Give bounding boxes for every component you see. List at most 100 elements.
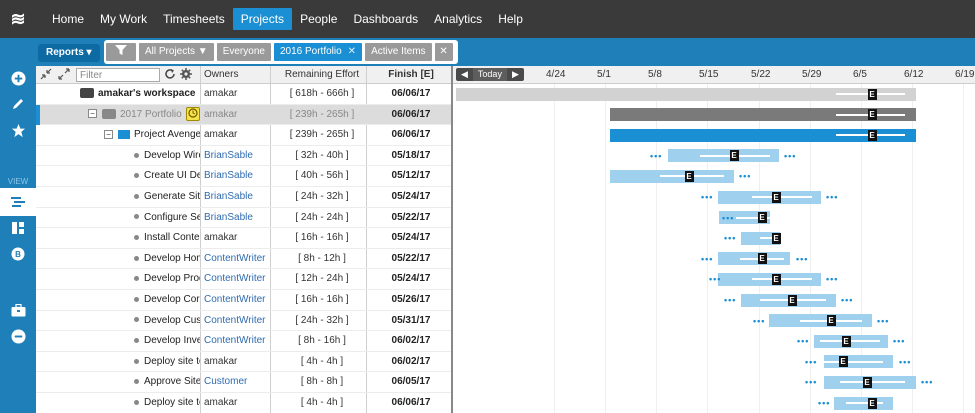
row-name-label[interactable]: Develop Prodc: [144, 273, 200, 284]
row-name-cell[interactable]: − 2017 Portfolio: [36, 105, 200, 125]
row-name-label[interactable]: 2017 Portfolio: [120, 109, 182, 120]
collapse-all-icon[interactable]: [40, 66, 52, 84]
table-row[interactable]: Generate Site BrianSable [ 24h - 32h ] 05/2…: [36, 187, 452, 208]
add-icon[interactable]: [0, 66, 36, 90]
row-name-cell[interactable]: − Project Avengers: [36, 125, 200, 145]
row-name-cell[interactable]: Develop Custo: [36, 311, 200, 331]
estimate-marker[interactable]: E: [757, 212, 767, 224]
row-name-label[interactable]: amakar's workspace: [98, 88, 195, 99]
table-row[interactable]: Configure Ser BrianSable [ 24h - 24h ] 05/2…: [36, 208, 452, 229]
funnel-icon[interactable]: [106, 43, 136, 61]
row-name-label[interactable]: Project Avengers: [134, 129, 200, 140]
row-name-cell[interactable]: Develop Prodc: [36, 269, 200, 289]
row-name-label[interactable]: Develop Custo: [144, 315, 200, 326]
estimate-marker[interactable]: E: [787, 294, 797, 306]
owner-cell[interactable]: BrianSable: [204, 146, 274, 166]
filter-everyone[interactable]: Everyone: [216, 43, 271, 61]
row-name-cell[interactable]: Deploy site to: [36, 352, 200, 372]
row-name-cell[interactable]: Generate Site: [36, 187, 200, 207]
estimate-marker[interactable]: E: [771, 232, 781, 244]
table-row[interactable]: Develop Prodc ContentWriter [ 12h - 24h ] 0…: [36, 269, 452, 290]
row-name-label[interactable]: Deploy site to: [144, 397, 200, 408]
row-name-cell[interactable]: Develop Inves: [36, 331, 200, 351]
row-name-label[interactable]: Approve Site f: [144, 376, 200, 387]
row-name-label[interactable]: Develop Inves: [144, 335, 200, 346]
finish-header[interactable]: Finish [E]: [370, 66, 452, 84]
nav-dashboards[interactable]: Dashboards: [345, 8, 426, 30]
estimate-marker[interactable]: E: [867, 397, 877, 409]
estimate-marker[interactable]: E: [841, 335, 851, 347]
estimate-marker[interactable]: E: [862, 376, 872, 388]
filter-input[interactable]: [76, 68, 160, 82]
row-name-label[interactable]: Generate Site: [144, 191, 200, 202]
row-name-cell[interactable]: Develop Corp: [36, 290, 200, 310]
gantt-splitter[interactable]: [451, 66, 453, 413]
row-name-label[interactable]: Develop Wiref: [144, 150, 200, 161]
row-name-label[interactable]: Create UI Des: [144, 170, 200, 181]
row-name-label[interactable]: Install Content: [144, 232, 200, 243]
table-row[interactable]: amakar's workspace amakar [ 618h - 666h ] 0…: [36, 84, 452, 105]
row-name-label[interactable]: Deploy site to: [144, 356, 200, 367]
prev-icon[interactable]: ◀: [456, 68, 473, 81]
table-row[interactable]: Develop Inves ContentWriter [ 8h - 16h ] 06…: [36, 331, 452, 352]
table-row[interactable]: Create UI Des BrianSable [ 40h - 56h ] 05/1…: [36, 166, 452, 187]
row-name-cell[interactable]: Develop Wiref: [36, 146, 200, 166]
nav-people[interactable]: People: [292, 8, 345, 30]
nav-analytics[interactable]: Analytics: [426, 8, 490, 30]
close-icon[interactable]: ✕: [348, 46, 356, 57]
table-row[interactable]: Develop Custo ContentWriter [ 24h - 32h ] 0…: [36, 311, 452, 332]
nav-projects[interactable]: Projects: [232, 8, 293, 30]
nav-home[interactable]: Home: [44, 8, 92, 30]
owners-header[interactable]: Owners: [204, 66, 238, 84]
collapse-toggle-icon[interactable]: −: [88, 109, 97, 119]
owner-cell[interactable]: BrianSable: [204, 208, 274, 228]
nav-help[interactable]: Help: [490, 8, 531, 30]
table-row[interactable]: Develop Wiref BrianSable [ 32h - 40h ] 05/1…: [36, 146, 452, 167]
nav-timesheets[interactable]: Timesheets: [155, 8, 233, 30]
table-row[interactable]: Deploy site to amakar [ 4h - 4h ] 06/02/17: [36, 352, 452, 373]
estimate-marker[interactable]: E: [867, 109, 877, 121]
table-row[interactable]: Approve Site f Customer [ 8h - 8h ] 06/05/1…: [36, 372, 452, 393]
owner-cell[interactable]: ContentWriter: [204, 311, 274, 331]
board-badge-icon[interactable]: B: [0, 242, 36, 266]
row-name-cell[interactable]: Create UI Des: [36, 166, 200, 186]
estimate-marker[interactable]: E: [771, 273, 781, 285]
effort-header[interactable]: Remaining Effort: [274, 66, 370, 84]
collapse-toggle-icon[interactable]: −: [104, 130, 113, 140]
table-row[interactable]: Install Content amakar [ 16h - 16h ] 05/24/…: [36, 228, 452, 249]
row-name-cell[interactable]: Install Content: [36, 228, 200, 248]
next-icon[interactable]: ▶: [507, 68, 524, 81]
row-name-label[interactable]: Develop Corp: [144, 294, 200, 305]
table-row[interactable]: − 2017 Portfolio amakar [ 239h - 265h ] 06/0…: [36, 104, 452, 126]
estimate-marker[interactable]: E: [826, 315, 836, 327]
owner-cell[interactable]: BrianSable: [204, 187, 274, 207]
estimate-marker[interactable]: E: [684, 170, 694, 182]
row-name-cell[interactable]: amakar's workspace: [36, 84, 200, 104]
briefcase-icon[interactable]: [0, 298, 36, 322]
row-name-label[interactable]: Develop Home: [144, 253, 200, 264]
owner-cell[interactable]: BrianSable: [204, 166, 274, 186]
estimate-marker[interactable]: E: [729, 150, 739, 162]
status-badge-icon[interactable]: [185, 106, 200, 121]
owner-cell[interactable]: ContentWriter: [204, 269, 274, 289]
estimate-marker[interactable]: E: [867, 88, 877, 100]
star-icon[interactable]: [0, 118, 36, 142]
estimate-marker[interactable]: E: [771, 191, 781, 203]
table-row[interactable]: Develop Home ContentWriter [ 8h - 12h ] 05/…: [36, 249, 452, 270]
table-row[interactable]: Develop Corp ContentWriter [ 16h - 16h ] 05…: [36, 290, 452, 311]
estimate-marker[interactable]: E: [838, 356, 848, 368]
estimate-marker[interactable]: E: [867, 129, 877, 141]
logo-icon[interactable]: ≋: [0, 0, 36, 38]
row-name-label[interactable]: Configure Ser: [144, 212, 200, 223]
estimate-marker[interactable]: E: [757, 253, 767, 265]
owner-cell[interactable]: ContentWriter: [204, 331, 274, 351]
filter-portfolio[interactable]: 2016 Portfolio ✕: [273, 43, 363, 61]
filter-all-projects[interactable]: All Projects ▼: [139, 43, 214, 61]
nav-my-work[interactable]: My Work: [92, 8, 155, 30]
pencil-icon[interactable]: [0, 92, 36, 116]
refresh-icon[interactable]: [164, 66, 176, 84]
row-name-cell[interactable]: Approve Site f: [36, 372, 200, 392]
row-name-cell[interactable]: Develop Home: [36, 249, 200, 269]
gantt-view-icon[interactable]: [0, 188, 36, 216]
filter-active-items[interactable]: Active Items: [365, 43, 432, 61]
